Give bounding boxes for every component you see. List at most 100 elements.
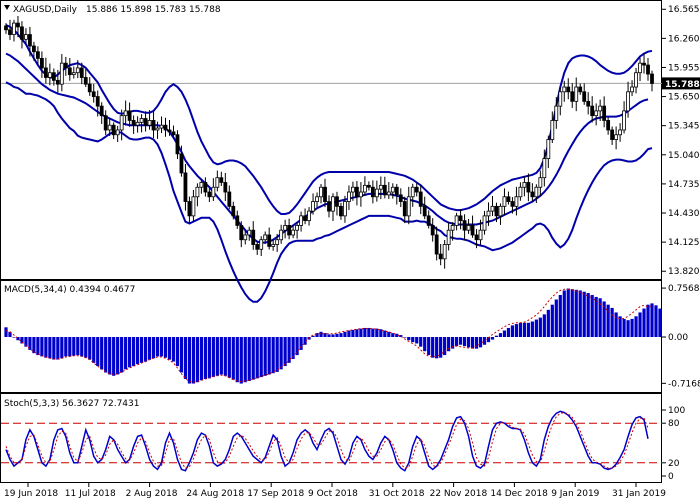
candle [370,180,375,204]
macd-histogram-bar [423,337,427,352]
candle [203,177,208,197]
candle-body [163,124,168,131]
macd-histogram-bar [646,304,650,337]
stoch-tick-label: 80 [668,419,680,429]
candle-body [498,205,503,217]
macd-histogram-bar [371,328,375,337]
candle-body [271,244,276,247]
candle [502,188,507,216]
macd-histogram-bar [634,316,638,337]
candle-body [339,205,343,217]
macd-histogram-bar [151,337,156,359]
candle-body [622,110,626,131]
macd-histogram-bar [443,337,447,356]
candle-body [315,196,319,202]
x-tick-label: 9 Jan 2019 [551,489,599,499]
stoch-tick-label: 0 [668,472,674,482]
candle-body [195,186,200,198]
candle-body [335,196,339,207]
candle [83,68,88,88]
candle [103,110,108,136]
candle [406,186,411,225]
candle-body [43,67,48,78]
macd-histogram-bar [327,334,331,337]
macd-histogram-bar [415,337,419,344]
candle-body [474,234,479,241]
candle-body [319,186,323,198]
candle-body [283,225,288,231]
candle [39,51,44,78]
candle-body [478,229,483,241]
macd-histogram-bar [36,337,40,356]
macd-histogram-bar [76,337,80,356]
candle [87,77,92,96]
candle-body [63,62,68,69]
macd-histogram-bar [626,320,630,337]
price-tick-label: 15.650 [668,93,700,103]
candle [191,189,196,222]
candle-body [642,62,646,66]
macd-histogram-bar [56,337,60,360]
macd-histogram-bar [518,322,523,337]
macd-histogram-bar [347,330,351,337]
candle-body [71,72,76,76]
candle [390,183,395,199]
macd-histogram-bar [658,308,662,337]
macd-histogram-bar [84,337,88,358]
candle-body [79,67,84,78]
candle-body [103,115,108,131]
candle-body [8,29,12,35]
macd-histogram-bar [116,337,120,375]
candle-body [418,191,423,207]
candle [526,173,531,202]
candle-body [410,186,415,198]
candle-body [75,67,80,74]
candle-body [119,115,124,131]
candle-body [183,172,188,202]
macd-histogram-bar [343,331,347,337]
macd-histogram-bar [191,337,196,384]
candle-body [558,91,563,107]
candle-body [255,244,260,250]
candle-body [630,86,634,93]
macd-histogram-bar [435,337,439,359]
macd-histogram-bar [187,337,192,384]
candle [582,83,587,105]
candle-body [430,225,435,236]
candle-body [91,91,96,97]
macd-histogram-bar [642,308,646,337]
candle-body [36,51,40,59]
macd-histogram-bar [638,312,642,337]
candle-body [614,134,619,140]
candle [434,226,439,261]
candle-body [111,124,116,136]
macd-histogram-bar [427,337,431,356]
candle-body [59,62,64,85]
price-axis: 16.565 16.260 15.955 15.650 15.345 15.040 14.7… [1,5,700,277]
candle [47,63,52,86]
candle [163,117,168,137]
candle-body [51,72,56,81]
candle-body [187,201,192,217]
candle [570,83,575,108]
macd-histogram-bar [570,289,574,337]
candle-body [650,73,654,84]
candle-body [16,22,20,28]
candle-body [582,91,587,102]
candle [650,70,654,92]
candle [259,236,264,257]
macd-histogram-bar [227,337,231,378]
macd-histogram-bar [271,337,275,374]
candle-body [610,129,615,140]
macd-histogram-bar [502,330,507,337]
candle-body [115,129,120,136]
candle [594,103,599,126]
candle-body [355,186,359,198]
candle [498,203,503,225]
candle [127,102,132,127]
candle [331,193,335,222]
candle [454,212,459,231]
candle-body [191,196,196,217]
candle [271,239,276,251]
macd-histogram-bar [283,337,287,367]
